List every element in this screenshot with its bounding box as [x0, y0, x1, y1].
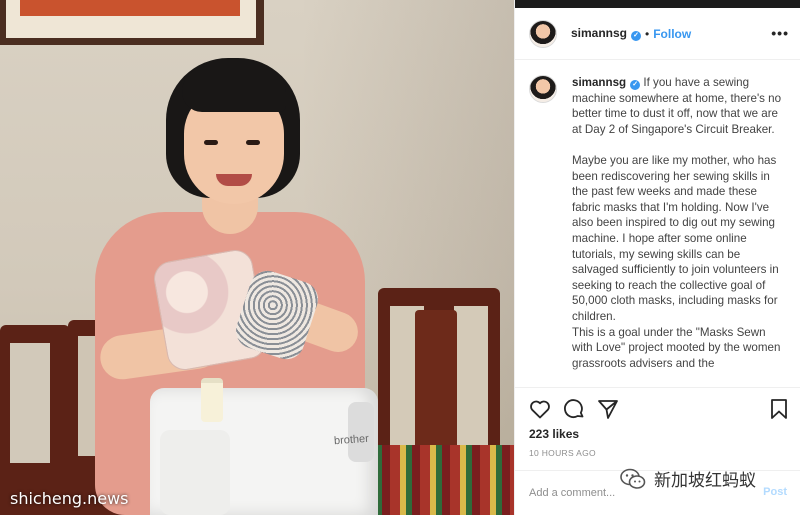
chair-back	[415, 310, 457, 450]
post-comment-button[interactable]: Post	[763, 486, 787, 498]
likes-count[interactable]: 223 likes	[529, 427, 579, 441]
bookmark-icon[interactable]	[767, 397, 791, 421]
verified-badge-icon: ✓	[630, 80, 641, 90]
instagram-post-screenshot: brother shicheng.news simannsg ✓ • Follow…	[0, 0, 800, 515]
thread-spool	[201, 378, 223, 422]
caption-username[interactable]: simannsg ✓	[572, 76, 641, 90]
caption-row: simannsg ✓ If you have a sewing machine s…	[529, 75, 787, 371]
sewing-machine-dial	[348, 402, 374, 462]
paper-plane-icon[interactable]	[596, 397, 620, 421]
header-username[interactable]: simannsg ✓	[571, 26, 642, 41]
watermark-right-text: 新加坡红蚂蚁	[654, 471, 756, 491]
post-side-panel: simannsg ✓ • Follow ••• simannsg ✓ If you …	[514, 0, 800, 515]
watermark-left: shicheng.news	[10, 489, 129, 508]
post-photo: brother shicheng.news	[0, 0, 514, 515]
more-options-icon[interactable]: •••	[771, 25, 789, 41]
chair	[0, 325, 70, 515]
caption-area[interactable]: simannsg ✓ If you have a sewing machine s…	[515, 61, 800, 387]
wall-picture-frame	[0, 0, 264, 45]
verified-badge-icon: ✓	[631, 31, 642, 41]
follow-button[interactable]: Follow	[653, 27, 691, 41]
separator-dot: •	[645, 26, 650, 41]
post-timestamp[interactable]: 10 HOURS AGO	[529, 448, 596, 458]
post-header: simannsg ✓ • Follow •••	[515, 8, 800, 60]
watermark-right: 新加坡红蚂蚁	[620, 466, 756, 491]
comment-icon[interactable]	[562, 397, 586, 421]
wechat-icon	[620, 468, 646, 489]
heart-icon[interactable]	[528, 397, 552, 421]
avatar[interactable]	[529, 75, 557, 103]
machine-brand-label: brother	[333, 432, 370, 448]
caption-body: If you have a sewing machine somewhere a…	[572, 76, 782, 370]
striped-cushion	[360, 445, 514, 515]
caption: simannsg ✓ If you have a sewing machine s…	[572, 75, 787, 371]
avatar[interactable]	[529, 19, 557, 48]
